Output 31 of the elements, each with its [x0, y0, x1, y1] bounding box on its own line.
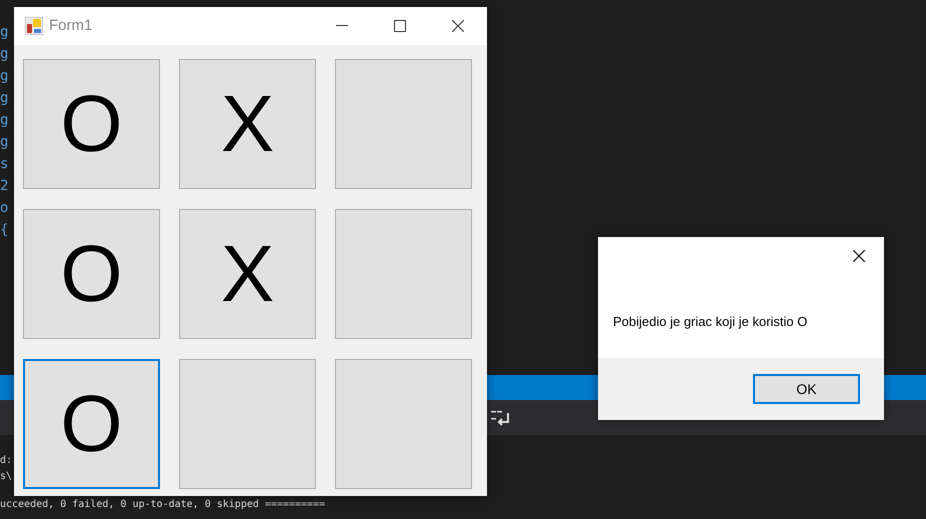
dialog-message: Pobijedio je griac koji je koristio O: [613, 314, 808, 329]
maximize-icon: [394, 20, 406, 32]
output-text: ucceeded, 0 failed, 0 up-to-date, 0 skipped ==========: [0, 499, 326, 511]
word-wrap-icon[interactable]: [490, 408, 512, 426]
close-icon: [452, 20, 464, 32]
board-cell[interactable]: X: [179, 209, 316, 339]
code-text: s: [0, 155, 8, 174]
code-text: g: [0, 67, 8, 86]
board-cell[interactable]: O: [23, 209, 160, 339]
output-text: d:: [0, 455, 12, 467]
board-cell[interactable]: [335, 209, 472, 339]
board-cell[interactable]: [335, 59, 472, 189]
code-text: g: [0, 111, 8, 130]
code-text: 2: [0, 177, 8, 196]
board-cell[interactable]: O: [23, 359, 160, 489]
code-text: o: [0, 199, 8, 218]
board-cell[interactable]: X: [179, 59, 316, 189]
window-title: Form1: [49, 16, 92, 36]
code-text: g: [0, 23, 8, 42]
code-text: g: [0, 89, 8, 108]
output-text: s\: [0, 471, 12, 483]
board-cell[interactable]: [335, 359, 472, 489]
ok-button[interactable]: OK: [753, 374, 860, 404]
code-text: {: [0, 221, 8, 240]
board-cell[interactable]: O: [23, 59, 160, 189]
code-text: g: [0, 45, 8, 64]
app-icon: [25, 17, 43, 35]
minimize-icon: [336, 25, 348, 27]
code-text: g: [0, 133, 8, 152]
board-cell[interactable]: [179, 359, 316, 489]
close-icon: [853, 250, 865, 262]
